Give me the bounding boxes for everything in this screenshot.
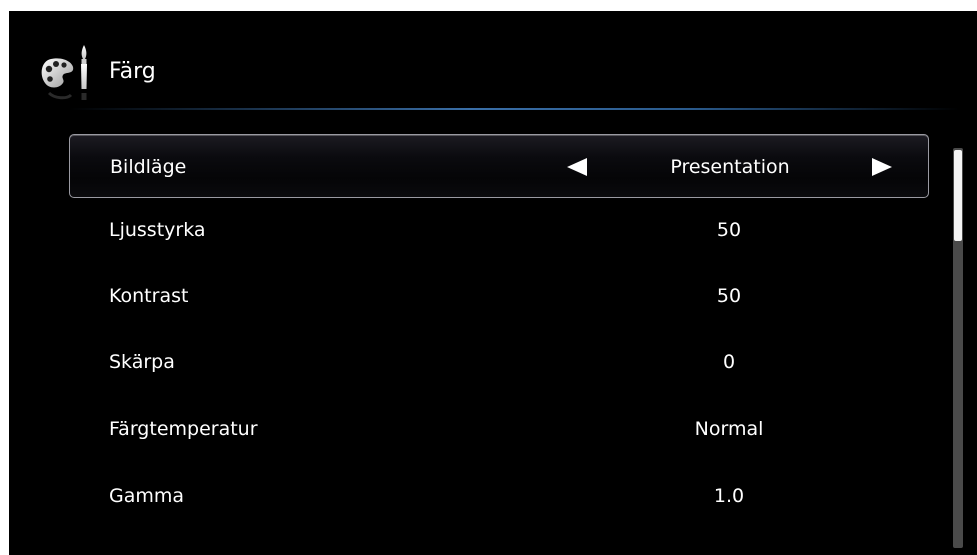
menu-row-label: Gamma (109, 485, 185, 507)
menu-row-label: Färgtemperatur (109, 418, 258, 440)
header-divider (69, 108, 959, 110)
menu-scrollbar[interactable] (953, 148, 963, 548)
menu-row-brightness[interactable]: Ljusstyrka 50 (69, 198, 929, 262)
menu-row-label: Ljusstyrka (109, 219, 206, 241)
menu-row-value: 50 (716, 219, 742, 241)
menu-row-value: 1.0 (713, 485, 745, 507)
menu-row-sharpness[interactable]: Skärpa 0 (69, 330, 929, 394)
menu-row-gamma[interactable]: Gamma 1.0 (69, 464, 929, 528)
scrollbar-thumb[interactable] (954, 150, 962, 241)
menu-row-value: 50 (716, 285, 742, 307)
menu-header: Färg (9, 11, 977, 111)
triangle-left-icon[interactable] (565, 155, 589, 179)
menu-row-label: Bildläge (110, 156, 187, 178)
menu-row-label: Kontrast (109, 285, 189, 307)
menu-row-value: 0 (722, 351, 736, 373)
menu-row-label: Skärpa (109, 351, 175, 373)
triangle-right-icon[interactable] (870, 155, 894, 179)
menu-row-picture-mode[interactable]: Bildläge Presentation (69, 134, 929, 198)
menu-title: Färg (109, 59, 156, 84)
menu-row-color-temperature[interactable]: Färgtemperatur Normal (69, 397, 929, 461)
menu-row-value: Presentation (670, 156, 790, 178)
menu-row-contrast[interactable]: Kontrast 50 (69, 264, 929, 328)
palette-brush-icon (41, 45, 87, 100)
menu-row-value: Normal (694, 418, 764, 440)
osd-screen: Färg Bildläge Presentation Ljusstyrka 50… (9, 11, 977, 555)
